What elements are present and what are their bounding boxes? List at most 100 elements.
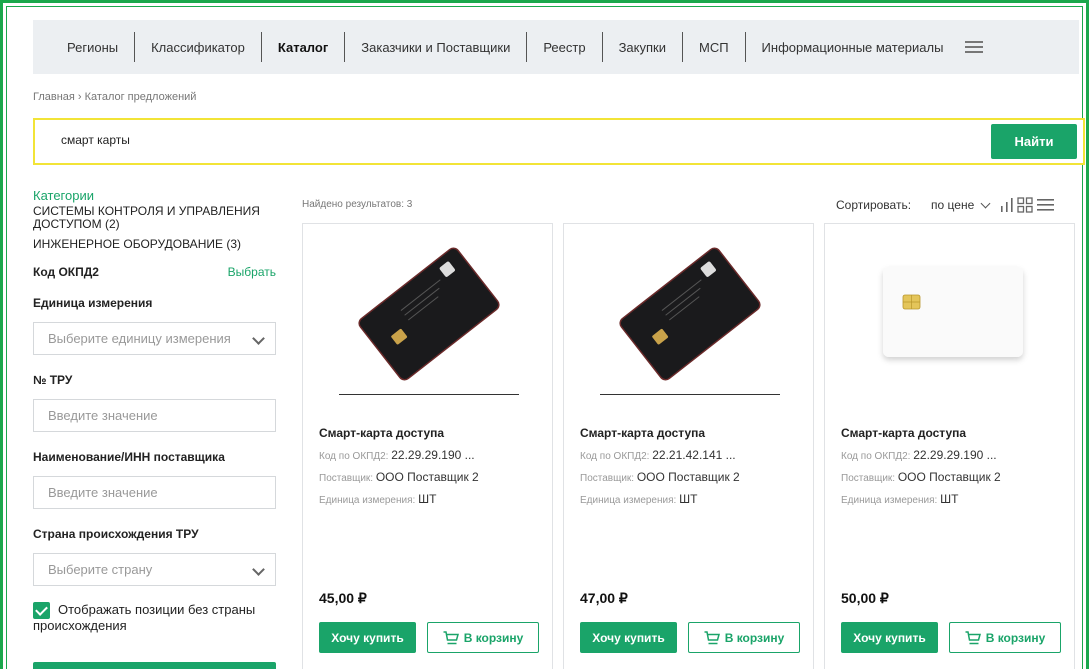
- hamburger-icon[interactable]: [965, 41, 984, 53]
- sort-value: по цене: [931, 198, 975, 212]
- search-button[interactable]: Найти: [991, 124, 1077, 159]
- nav-item-purchases[interactable]: Закупки: [603, 32, 683, 62]
- black-smart-card-image[interactable]: [582, 234, 797, 394]
- chevron-down-icon: [252, 563, 265, 576]
- categories-heading: Категории: [33, 188, 94, 203]
- nav-item-classifier[interactable]: Классификатор: [135, 32, 262, 62]
- filter-sidebar: Категории СИСТЕМЫ КОНТРОЛЯ И УПРАВЛЕНИЯ …: [33, 188, 276, 634]
- grid-view-icon[interactable]: [1017, 197, 1033, 213]
- apply-filters-button[interactable]: [33, 662, 276, 669]
- add-to-cart-label: В корзину: [985, 630, 1046, 645]
- okpd-meta-label: Код по ОКПД2:: [580, 451, 650, 462]
- product-okpd: Код по ОКПД2: 22.21.42.141 ...: [580, 448, 736, 462]
- unit-label: Единица измерения: [33, 296, 153, 310]
- search-bar: Найти: [33, 118, 1085, 165]
- product-title[interactable]: Смарт-карта доступа: [580, 426, 705, 440]
- sort-label: Сортировать:: [836, 198, 912, 212]
- supplier-label: Наименование/ИНН поставщика: [33, 450, 225, 464]
- want-to-buy-button[interactable]: Хочу купить: [841, 622, 938, 653]
- okpd-meta-label: Код по ОКПД2:: [841, 451, 911, 462]
- tru-label: № ТРУ: [33, 373, 73, 387]
- black-smart-card-image[interactable]: [321, 234, 536, 394]
- supplier-meta-value: ООО Поставщик 2: [636, 470, 740, 484]
- top-nav: Регионы Классификатор Каталог Заказчики …: [33, 20, 1079, 74]
- product-card[interactable]: Смарт-карта доступа Код по ОКПД2: 22.21.…: [563, 223, 814, 669]
- category-item-engineering[interactable]: ИНЖЕНЕРНОЕ ОБОРУДОВАНИЕ (3): [33, 238, 276, 251]
- unit-select-placeholder: Выберите единицу измерения: [48, 331, 231, 346]
- supplier-meta-label: Поставщик:: [841, 473, 896, 484]
- supplier-meta-label: Поставщик:: [319, 473, 374, 484]
- product-price: 47,00 ₽: [580, 590, 628, 606]
- country-select[interactable]: Выберите страну: [33, 553, 276, 586]
- bar-sort-icon[interactable]: [1001, 198, 1013, 212]
- add-to-cart-button[interactable]: В корзину: [949, 622, 1061, 653]
- unit-meta-label: Единица измерения:: [841, 495, 938, 506]
- supplier-input-placeholder: Введите значение: [48, 485, 158, 500]
- nav-item-registry[interactable]: Реестр: [527, 32, 603, 62]
- unit-meta-value: ШТ: [940, 492, 959, 506]
- no-country-option: Отображать позиции без страны происхожде…: [33, 602, 276, 634]
- product-okpd: Код по ОКПД2: 22.29.29.190 ...: [841, 448, 997, 462]
- tru-input[interactable]: Введите значение: [33, 399, 276, 432]
- product-title[interactable]: Смарт-карта доступа: [841, 426, 966, 440]
- chevron-down-icon: [252, 332, 265, 345]
- nav-item-regions[interactable]: Регионы: [33, 32, 136, 62]
- unit-meta-value: ШТ: [679, 492, 698, 506]
- nav-item-info-materials[interactable]: Информационные материалы: [746, 32, 960, 62]
- white-chip-card-image[interactable]: [843, 234, 1058, 394]
- supplier-meta-value: ООО Поставщик 2: [375, 470, 479, 484]
- sort-select[interactable]: по цене: [931, 198, 991, 212]
- supplier-meta-value: ООО Поставщик 2: [897, 470, 1001, 484]
- okpd-meta-value: 22.29.29.190 ...: [391, 448, 475, 462]
- okpd-meta-value: 22.29.29.190 ...: [913, 448, 997, 462]
- okpd-meta-value: 22.21.42.141 ...: [652, 448, 736, 462]
- product-unit: Единица измерения: ШТ: [841, 492, 958, 506]
- view-switcher: [997, 197, 1055, 213]
- want-to-buy-button[interactable]: Хочу купить: [580, 622, 677, 653]
- breadcrumb[interactable]: Главная › Каталог предложений: [33, 91, 196, 103]
- add-to-cart-label: В корзину: [463, 630, 524, 645]
- chevron-down-icon: [980, 198, 991, 208]
- product-price: 45,00 ₽: [319, 590, 367, 606]
- nav-item-msp[interactable]: МСП: [683, 32, 746, 62]
- unit-meta-label: Единица измерения:: [580, 495, 677, 506]
- product-price: 50,00 ₽: [841, 590, 889, 606]
- no-country-checkbox[interactable]: [33, 602, 50, 619]
- unit-select[interactable]: Выберите единицу измерения: [33, 322, 276, 355]
- want-to-buy-button[interactable]: Хочу купить: [319, 622, 416, 653]
- unit-meta-value: ШТ: [418, 492, 437, 506]
- cart-icon: [965, 630, 981, 644]
- sort-control: Сортировать: по цене: [836, 197, 1055, 213]
- product-title[interactable]: Смарт-карта доступа: [319, 426, 444, 440]
- product-okpd: Код по ОКПД2: 22.29.29.190 ...: [319, 448, 475, 462]
- results-count: Найдено результатов: 3: [302, 199, 413, 210]
- product-supplier: Поставщик: ООО Поставщик 2: [841, 470, 1001, 484]
- okpd-meta-label: Код по ОКПД2:: [319, 451, 389, 462]
- product-supplier: Поставщик: ООО Поставщик 2: [319, 470, 479, 484]
- cart-icon: [443, 630, 459, 644]
- cart-icon: [704, 630, 720, 644]
- list-view-icon[interactable]: [1037, 198, 1055, 212]
- okpd-label: Код ОКПД2: [33, 265, 99, 279]
- tru-input-placeholder: Введите значение: [48, 408, 158, 423]
- no-country-label[interactable]: Отображать позиции без страны происхожде…: [33, 602, 276, 634]
- card-divider: [600, 394, 780, 395]
- nav-item-catalog[interactable]: Каталог: [262, 32, 346, 62]
- okpd-select-link[interactable]: Выбрать: [228, 265, 276, 279]
- add-to-cart-button[interactable]: В корзину: [688, 622, 800, 653]
- product-supplier: Поставщик: ООО Поставщик 2: [580, 470, 740, 484]
- category-item-access-control[interactable]: СИСТЕМЫ КОНТРОЛЯ И УПРАВЛЕНИЯ ДОСТУПОМ (…: [33, 205, 269, 231]
- unit-meta-label: Единица измерения:: [319, 495, 416, 506]
- add-to-cart-button[interactable]: В корзину: [427, 622, 539, 653]
- card-divider: [339, 394, 519, 395]
- nav-item-customers-suppliers[interactable]: Заказчики и Поставщики: [345, 32, 528, 62]
- supplier-input[interactable]: Введите значение: [33, 476, 276, 509]
- product-unit: Единица измерения: ШТ: [580, 492, 697, 506]
- search-input[interactable]: [61, 133, 861, 147]
- product-card[interactable]: Смарт-карта доступа Код по ОКПД2: 22.29.…: [824, 223, 1075, 669]
- add-to-cart-label: В корзину: [724, 630, 785, 645]
- country-select-placeholder: Выберите страну: [48, 562, 153, 577]
- product-unit: Единица измерения: ШТ: [319, 492, 436, 506]
- country-label: Страна происхождения ТРУ: [33, 527, 199, 541]
- product-card[interactable]: Смарт-карта доступа Код по ОКПД2: 22.29.…: [302, 223, 553, 669]
